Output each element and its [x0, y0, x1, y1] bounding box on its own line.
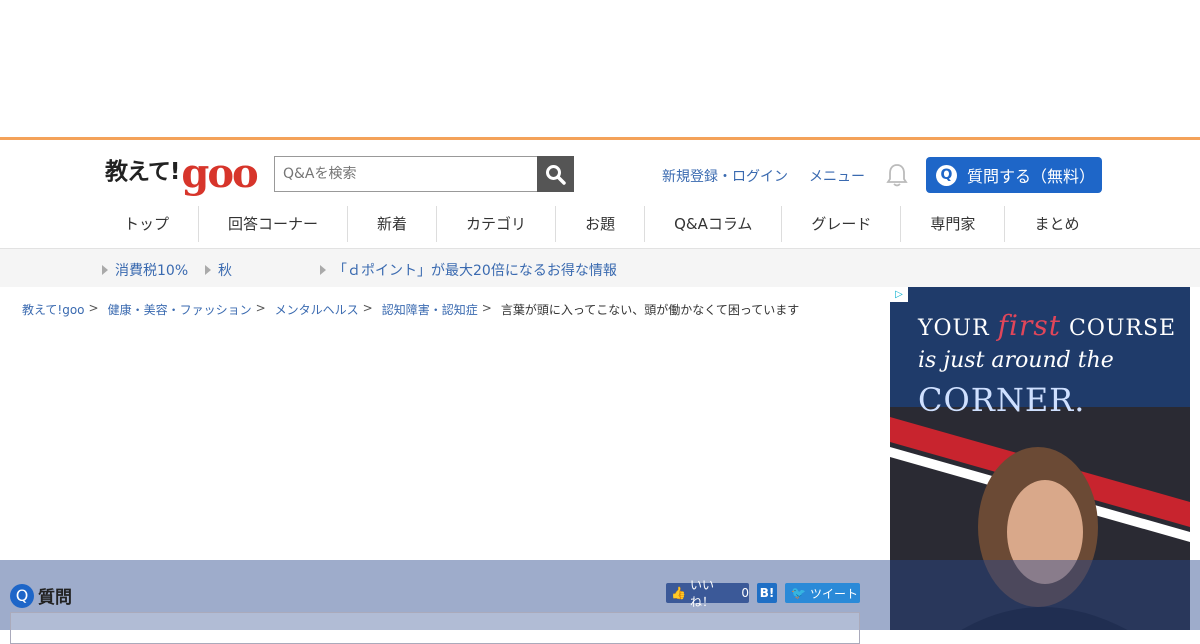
logo-text-goo: goo	[181, 150, 258, 197]
breadcrumb-link[interactable]: 教えて!goo	[22, 301, 85, 318]
search-input[interactable]	[274, 156, 537, 192]
notice-label: 消費税10%	[115, 263, 189, 279]
like-count: 0	[741, 586, 749, 600]
top-ad-area	[0, 0, 1200, 137]
search-icon	[546, 165, 566, 185]
ask-question-button[interactable]: Q 質問する（無料）	[926, 157, 1102, 193]
global-nav: トップ 回答コーナー 新着 カテゴリ お題 Q&Aコラム グレード 専門家 まと…	[95, 206, 1108, 242]
nav-item-answer-corner[interactable]: 回答コーナー	[199, 206, 349, 242]
nav-item-top[interactable]: トップ	[95, 206, 200, 242]
breadcrumb-link[interactable]: メンタルヘルス	[275, 301, 359, 318]
question-heading: Q 質問	[10, 583, 72, 608]
twitter-bird-icon: 🐦	[791, 586, 806, 600]
triangle-bullet-icon	[320, 265, 326, 275]
breadcrumb: 教えて!goo > 健康・美容・ファッション > メンタルヘルス > 認知障害・認知症…	[22, 301, 800, 318]
ad-headline: YOUR first COURSE is just around the COR…	[918, 309, 1177, 419]
nav-item-topic[interactable]: お題	[556, 206, 646, 242]
q-badge-icon: Q	[936, 164, 957, 186]
ask-question-label: 質問する（無料）	[967, 167, 1096, 186]
like-button[interactable]: 👍 いいね！ 0	[666, 578, 749, 609]
question-label: 質問	[38, 588, 72, 608]
breadcrumb-link[interactable]: 認知障害・認知症	[382, 301, 478, 318]
notice-label: 「ｄポイント」が最大20倍になるお得な情報	[333, 263, 617, 279]
question-card	[10, 612, 860, 644]
notice-label: 秋	[218, 263, 232, 279]
breadcrumb-link[interactable]: 健康・美容・ファッション	[108, 301, 252, 318]
triangle-bullet-icon	[205, 265, 211, 275]
register-login-link[interactable]: 新規登録・ログイン	[662, 166, 788, 186]
header-divider	[0, 137, 1200, 140]
notice-item[interactable]: 消費税10%	[102, 260, 188, 280]
breadcrumb-current: 言葉が頭に入ってこない、頭が働かなくて困っています	[500, 303, 800, 317]
nav-item-matome[interactable]: まとめ	[1005, 206, 1108, 242]
menu-link[interactable]: メニュー	[809, 166, 865, 186]
triangle-bullet-icon	[102, 265, 108, 275]
tweet-button[interactable]: 🐦 ツイート	[785, 583, 860, 603]
ad-choices-icon[interactable]: ▷	[890, 287, 908, 302]
search-box	[274, 156, 574, 192]
thumbs-up-icon: 👍	[671, 586, 686, 600]
nav-item-qa-column[interactable]: Q&Aコラム	[645, 206, 783, 242]
nav-item-expert[interactable]: 専門家	[901, 206, 1006, 242]
site-logo[interactable]: 教えて! goo	[105, 150, 259, 197]
search-button[interactable]	[537, 156, 574, 192]
question-q-icon: Q	[10, 583, 34, 608]
hatena-bookmark-button[interactable]: B!	[757, 583, 777, 603]
logo-text-jp: 教えて!	[105, 159, 180, 185]
notice-item[interactable]: 「ｄポイント」が最大20倍になるお得な情報	[320, 260, 617, 280]
nav-item-grade[interactable]: グレード	[782, 206, 902, 242]
nav-item-category[interactable]: カテゴリ	[437, 206, 557, 242]
notice-item[interactable]: 秋	[205, 260, 232, 280]
nav-item-new[interactable]: 新着	[348, 206, 438, 242]
notification-bell-icon[interactable]	[886, 163, 908, 191]
